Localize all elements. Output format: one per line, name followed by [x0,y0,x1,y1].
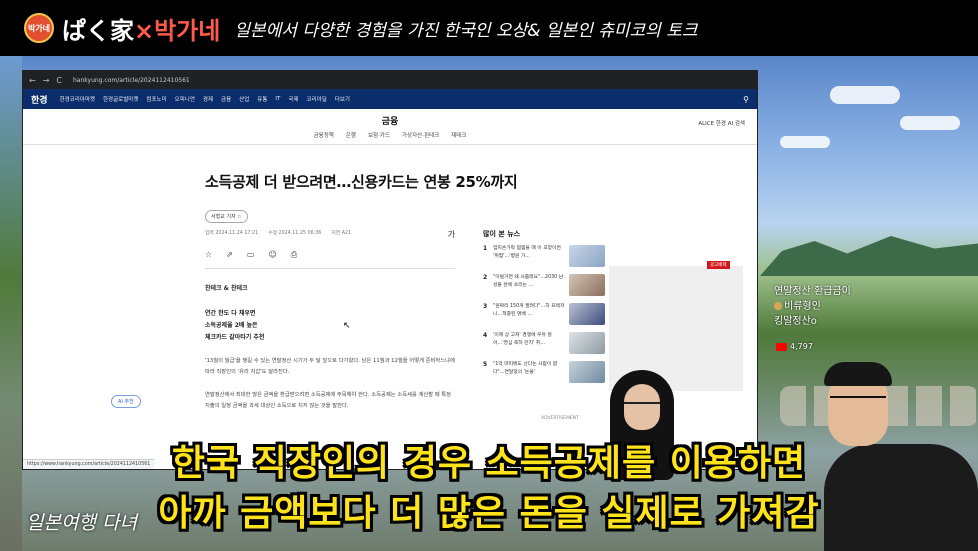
nav-item[interactable]: IT [275,96,280,102]
cloud-shape [900,116,960,130]
popular-news-item[interactable]: 5 "1억 마피에도 산다는 사람이 없다"…연달정의 '눈물' [483,361,607,383]
section-tab[interactable]: 은행 [346,131,356,139]
news-thumbnail[interactable] [569,361,605,383]
nav-item[interactable]: 산업 [239,95,249,103]
nav-item[interactable]: 국제 [288,95,298,103]
browser-toolbar: ← → C hankyung.com/article/2024112410561 [23,71,757,89]
popular-news-item[interactable]: 4 '이제 상 고쳐' 경쟁에 우유 헐어…'영심 축하 만치' 취… [483,332,607,354]
section-header: 금융 금융정책 은행 보험·카드 가상자산·핀테크 재테크 ALICE 한경 A… [23,109,757,145]
subtitle-line-2: 아까 금액보다 더 많은 돈을 실제로 가져감 [158,493,820,534]
address-bar[interactable]: hankyung.com/article/2024112410561 [73,77,190,84]
view-count-value: 4,797 [790,342,813,351]
nav-item-more[interactable]: 더보기 [335,95,350,103]
live-caption-line: 연말정산 환급금이 [774,286,851,297]
live-caption: 연말정산 환급금이 비류형인 킹말정산o [774,284,851,329]
popular-news-item[interactable]: 2 "이럴거면 왜 사줌래요"…2030 남성들 완에 쏘리는 … [483,274,607,296]
share-icon[interactable]: ⇗ [226,250,233,260]
site-navigation: 한경 한경코리아마켓 한경글로벌마켓 컴포노미 오피니언 경제 금융 산업 유통… [23,89,757,109]
nav-item[interactable]: 금융 [221,95,231,103]
star-icon[interactable]: ☆ [205,250,212,260]
popular-rank: 3 [483,303,488,310]
comment-icon[interactable]: ▭ [247,250,255,260]
nav-item[interactable]: 경제 [203,95,213,103]
channel-brand: ぱく家×박가네 [62,11,220,46]
youtube-icon [776,342,787,351]
popular-rank: 4 [483,332,488,339]
section-tab[interactable]: 가상자산·핀테크 [402,131,439,139]
reload-icon[interactable]: C [56,76,62,85]
video-frame: 박가네 ぱく家×박가네 일본에서 다양한 경험을 가진 한국인 오상& 일본인 … [0,0,978,551]
glasses-shape [830,396,886,406]
advertisement-label: ADVERTISEMENT [541,416,579,421]
nav-item[interactable]: 컴포노미 [146,95,166,103]
logo-text: 박가네 [27,23,51,33]
ad-tag: 광고배제 [707,261,730,269]
hair-shape [824,362,892,386]
glasses-shape [624,402,660,410]
brand-x: × [134,16,155,45]
emoji-icon[interactable]: ☺ [268,250,276,260]
news-thumbnail[interactable] [569,245,605,267]
article-paragraph: 연말정산에서 최대한 많은 금액을 환급받으려면 소득공제에 주목해야 한다. … [205,392,452,409]
meta-page: 지면 A21 [331,231,352,236]
cloud-shape [780,136,830,148]
popular-news-item[interactable]: 3 "원짜리 150개 팔려다"…하 프레저니…적중된 명배 … [483,303,607,325]
popular-rank: 1 [483,245,488,252]
forward-arrow-icon[interactable]: → [43,76,50,85]
article-paragraph: '13월의 월급'을 챙길 수 있는 연말정산 시기가 두 달 앞으로 다가왔다… [205,358,455,375]
font-size-button[interactable]: 가 [448,229,455,240]
article-toolbar: ☆ ⇗ ▭ ☺ ⎙ [205,250,455,269]
cloud-shape [830,86,900,104]
popular-news-item[interactable]: 1 엄지손가락 찜찜을 매 이 모양이면 '위험'…'병원 가… [483,245,607,267]
nav-item[interactable]: 한경코리아마켓 [60,95,95,103]
back-arrow-icon[interactable]: ← [29,76,36,85]
section-tabs: 금융정책 은행 보험·카드 가상자산·핀테크 재테크 [23,131,757,139]
nav-item[interactable]: 유통 [257,95,267,103]
alice-search-link[interactable]: ALICE 한경 AI 검색 [698,119,745,127]
popular-rank: 5 [483,361,488,368]
news-thumbnail[interactable] [569,332,605,354]
live-caption-text: 비류형인 [784,301,821,312]
section-tab[interactable]: 금융정책 [314,131,334,139]
popular-headline[interactable]: "원짜리 150개 팔려다"…하 프레저니…적중된 명배 … [493,303,565,325]
banner-subtitle: 일본에서 다양한 경험을 가진 한국인 오상& 일본인 츄미코의 토크 [234,20,698,41]
popular-headline[interactable]: 엄지손가락 찜찜을 매 이 모양이면 '위험'…'병원 가… [493,245,565,267]
nav-item[interactable]: 오피니언 [175,95,195,103]
section-tab[interactable]: 보험·카드 [368,131,390,139]
brand-jp: ぱく家 [62,16,134,45]
popular-rank: 2 [483,274,488,281]
section-title[interactable]: 금융 [23,114,757,127]
popular-news-title: 많이 본 뉴스 [483,230,521,238]
popular-headline[interactable]: "이럴거면 왜 사줌래요"…2030 남성들 완에 쏘리는 … [493,274,565,296]
meta-update-date: 수정 2024.11.25 06:36 [268,231,322,236]
subtitle-line-1: 한국 직장인의 경우 소득공제를 이용하면 [171,443,807,484]
channel-banner: 박가네 ぱく家×박가네 일본에서 다양한 경험을 가진 한국인 오상& 일본인 … [0,0,978,56]
live-caption-line: 킹말정산o [774,316,817,327]
popular-headline[interactable]: "1억 마피에도 산다는 사람이 없다"…연달정의 '눈물' [493,361,565,383]
mountain-shape [760,236,978,276]
nav-item[interactable]: 코리아딜 [307,95,327,103]
section-tab[interactable]: 재테크 [451,131,466,139]
article-meta: 입력 2024.11.24 17:21 수정 2024.11.25 06:36 … [205,229,455,240]
reporter-tag[interactable]: 서형교 기자 ☆ [205,210,248,223]
search-icon[interactable]: ⚲ [743,95,749,104]
news-thumbnail[interactable] [569,303,605,325]
brand-kr: 박가네 [154,16,221,45]
print-icon[interactable]: ⎙ [291,250,297,260]
coin-icon [774,302,782,310]
mouse-cursor-icon: ↖ [343,321,351,331]
popular-headline[interactable]: '이제 상 고쳐' 경쟁에 우유 헐어…'영심 축하 만치' 취… [493,332,565,354]
news-thumbnail[interactable] [569,274,605,296]
ai-recommend-button[interactable]: AI 추천 [111,395,141,408]
popular-news: 많이 본 뉴스 1 엄지손가락 찜찜을 매 이 모양이면 '위험'…'병원 가…… [483,229,607,390]
live-caption-line: 비류형인 [774,299,851,314]
article-headline: 소득공제 더 받으려면…신용카드는 연봉 25%까지 [205,173,518,191]
meta-input-date: 입력 2024.11.24 17:21 [205,231,259,236]
channel-logo: 박가네 [24,13,54,43]
view-count: 4,797 [776,342,813,351]
site-brand[interactable]: 한경 [31,93,48,106]
nav-item[interactable]: 한경글로벌마켓 [103,95,138,103]
